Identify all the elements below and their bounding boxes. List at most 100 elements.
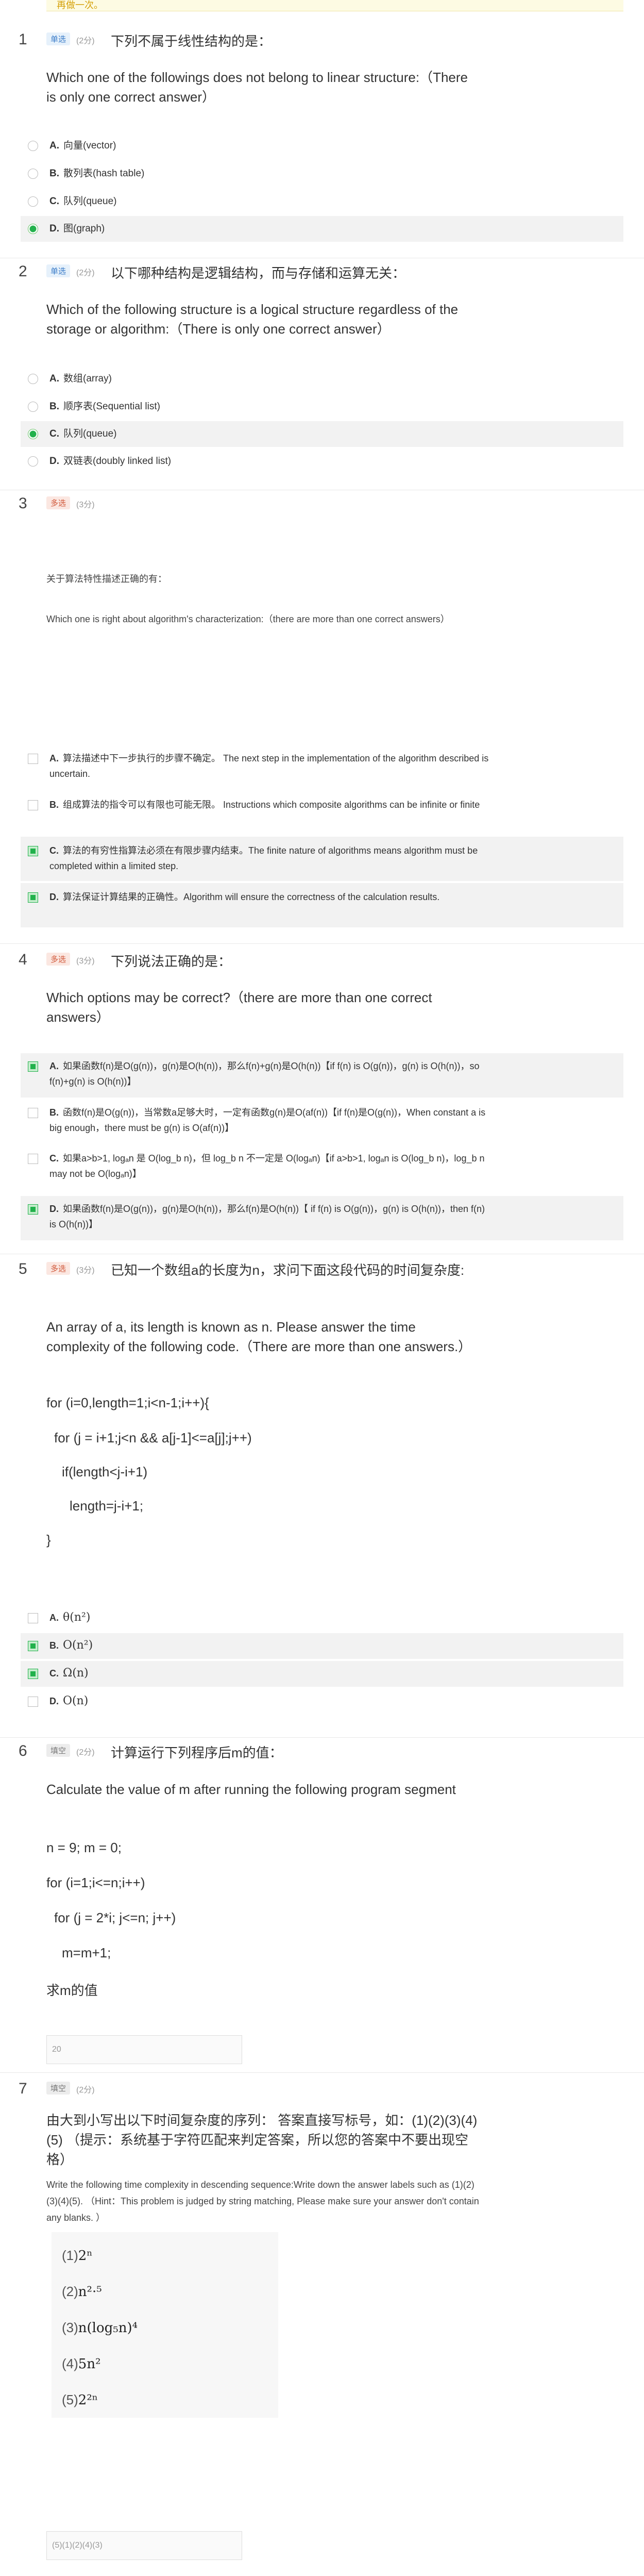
- checkbox-checked[interactable]: [28, 1061, 38, 1072]
- question-body: Which one of the followings does not bel…: [46, 70, 468, 105]
- radio-button-selected[interactable]: [28, 224, 38, 234]
- question-number: 7: [19, 2080, 27, 2097]
- answer-input[interactable]: 20: [46, 2035, 242, 2064]
- option-a[interactable]: A. θ(n²): [21, 1606, 623, 1630]
- checkbox-checked[interactable]: [28, 892, 38, 903]
- checkbox[interactable]: [28, 1613, 38, 1623]
- option-a[interactable]: A. 数组(array): [21, 369, 623, 389]
- code-line: length=j-i+1;: [70, 1498, 144, 1514]
- question-score: (2分): [76, 2086, 95, 2095]
- code-line: }: [46, 1532, 51, 1548]
- option-label: 向量(vector): [63, 140, 116, 151]
- question-type-badge: 多选: [46, 496, 71, 509]
- option-label: 算法描述中下一步执行的步骤不确定。 The next step in the i…: [49, 753, 489, 779]
- option-b[interactable]: B. 函数f(n)是O(g(n))，当常数a足够大时，一定有函数g(n)是O(af…: [21, 1102, 623, 1141]
- option-label: 队列(queue): [63, 196, 117, 207]
- option-label: θ(n²): [63, 1611, 91, 1624]
- question-number: 5: [19, 1260, 27, 1277]
- option-d[interactable]: D. 双链表(doubly linked list): [21, 451, 623, 472]
- question-score: (3分): [76, 1266, 95, 1275]
- checkbox[interactable]: [28, 1697, 38, 1707]
- option-label: 图(graph): [63, 223, 105, 234]
- question-body: Calculate the value of m after running t…: [46, 1782, 456, 1797]
- option-a[interactable]: A. 算法描述中下一步执行的步骤不确定。 The next step in the…: [21, 747, 623, 787]
- answer-input[interactable]: (5)(1)(2)(4)(3): [46, 2531, 242, 2560]
- question-3: 3 多选 (3分) 关于算法特性描述正确的有： Which one is rig…: [0, 492, 644, 936]
- question-body: Which one is right about algorithm's cha…: [46, 614, 450, 624]
- question-number: 4: [19, 951, 27, 968]
- option-b[interactable]: B. O(n²): [21, 1633, 623, 1659]
- option-c[interactable]: C. 如果a>b>1, logₐn 是 O(log_b n)，但 log_b n …: [21, 1148, 623, 1189]
- question-1: 1 单选 (2分) 下列不属于线性结构的是： Which one of the …: [0, 28, 644, 255]
- option-b[interactable]: B. 散列表(hash table): [21, 163, 623, 184]
- code-line: 求m的值: [46, 1983, 98, 1998]
- question-body: Which options may be correct?（there are …: [46, 990, 432, 1025]
- option-label: 组成算法的指令可以有限也可能无限。 Instructions which com…: [63, 800, 480, 810]
- radio-button-selected[interactable]: [28, 429, 38, 439]
- option-c[interactable]: C. 算法的有穷性指算法必须在有限步骤内结束。The finite nature …: [21, 837, 623, 881]
- question-score: (3分): [76, 501, 95, 509]
- code-line: n = 9; m = 0;: [46, 1840, 122, 1855]
- code-line: for (j = i+1;j<n && a[j-1]<=a[j];j++): [54, 1430, 252, 1445]
- option-d[interactable]: D. 图(graph): [21, 216, 623, 242]
- option-b[interactable]: B. 顺序表(Sequential list): [21, 396, 623, 417]
- formula-item: (2)n²·⁵: [62, 2284, 102, 2300]
- question-score: (3分): [76, 957, 95, 966]
- checkbox-checked[interactable]: [28, 846, 38, 856]
- option-d[interactable]: D. 算法保证计算结果的正确性。Algorithm will ensure the…: [21, 883, 623, 927]
- radio-button[interactable]: [28, 141, 38, 151]
- question-divider: [0, 1737, 644, 1738]
- question-type-badge: 多选: [46, 953, 71, 966]
- option-c[interactable]: C. 队列(queue): [21, 191, 623, 212]
- option-label: 双链表(doubly linked list): [63, 456, 172, 467]
- checkbox[interactable]: [28, 1154, 38, 1164]
- question-title: 计算运行下列程序后m的值：: [111, 1745, 283, 1760]
- formula-item: (4)5n²: [62, 2356, 101, 2372]
- option-label: 如果函数f(n)是O(g(n))，g(n)是O(h(n))，那么f(n)+g(n…: [49, 1061, 480, 1087]
- option-label: 队列(queue): [63, 428, 117, 439]
- option-label: 算法的有穷性指算法必须在有限步骤内结束。The finite nature of…: [49, 845, 478, 871]
- option-a[interactable]: A. 如果函数f(n)是O(g(n))，g(n)是O(h(n))，那么f(n)+g…: [21, 1053, 623, 1098]
- question-divider: [0, 2072, 644, 2073]
- code-line: for (i=0,length=1;i<n-1;i++){: [46, 1395, 209, 1410]
- question-5: 5 多选 (3分) 已知一个数组a的长度为n，求问下面这段代码的时间复杂度: A…: [0, 1258, 644, 1737]
- question-7: 7 填空 (2分) 由大到小写出以下时间复杂度的序列： 答案直接写标号，如：(1…: [0, 2078, 644, 2576]
- checkbox[interactable]: [28, 800, 38, 810]
- question-2: 2 单选 (2分) 以下哪种结构是逻辑结构，而与存储和运算无关： Which o…: [0, 260, 644, 487]
- radio-button[interactable]: [28, 196, 38, 207]
- question-body: Write the following time complexity in d…: [46, 2180, 479, 2223]
- option-label: 算法保证计算结果的正确性。Algorithm will ensure the c…: [63, 892, 440, 902]
- checkbox[interactable]: [28, 1108, 38, 1118]
- question-type-badge: 填空: [46, 2082, 71, 2095]
- question-title: 以下哪种结构是逻辑结构，而与存储和运算无关：: [111, 265, 406, 281]
- option-label: O(n): [63, 1694, 89, 1707]
- banner-text: 再做一次。: [57, 0, 103, 10]
- code-line: for (i=1;i<=n;i++): [46, 1875, 145, 1890]
- question-score: (2分): [76, 1748, 95, 1757]
- question-title: 下列不属于线性结构的是：: [111, 34, 272, 49]
- code-line: m=m+1;: [62, 1945, 111, 1960]
- radio-button[interactable]: [28, 456, 38, 467]
- question-4: 4 多选 (3分) 下列说法正确的是： Which options may be…: [0, 949, 644, 1268]
- checkbox-checked[interactable]: [28, 1641, 38, 1651]
- option-label: O(n²): [63, 1639, 93, 1652]
- question-score: (2分): [76, 269, 95, 277]
- radio-button[interactable]: [28, 374, 38, 384]
- checkbox[interactable]: [28, 754, 38, 764]
- checkbox-checked[interactable]: [28, 1669, 38, 1679]
- option-d[interactable]: D. O(n): [21, 1690, 623, 1714]
- option-c[interactable]: C. Ω(n): [21, 1661, 623, 1687]
- option-a[interactable]: A. 向量(vector): [21, 136, 623, 156]
- option-label: 如果a>b>1, logₐn 是 O(log_b n)，但 log_b n 不一…: [49, 1153, 485, 1179]
- option-d[interactable]: D. 如果函数f(n)是O(g(n))，g(n)是O(h(n))，那么f(n)是O…: [21, 1196, 623, 1240]
- question-number: 6: [19, 1742, 27, 1759]
- option-b[interactable]: B. 组成算法的指令可以有限也可能无限。 Instructions which c…: [21, 794, 623, 833]
- option-label: 散列表(hash table): [63, 168, 145, 179]
- question-divider: [0, 943, 644, 944]
- question-body: Which of the following structure is a lo…: [46, 302, 459, 337]
- option-c[interactable]: C. 队列(queue): [21, 421, 623, 447]
- question-number: 1: [19, 31, 27, 48]
- radio-button[interactable]: [28, 402, 38, 412]
- radio-button[interactable]: [28, 169, 38, 179]
- checkbox-checked[interactable]: [28, 1204, 38, 1215]
